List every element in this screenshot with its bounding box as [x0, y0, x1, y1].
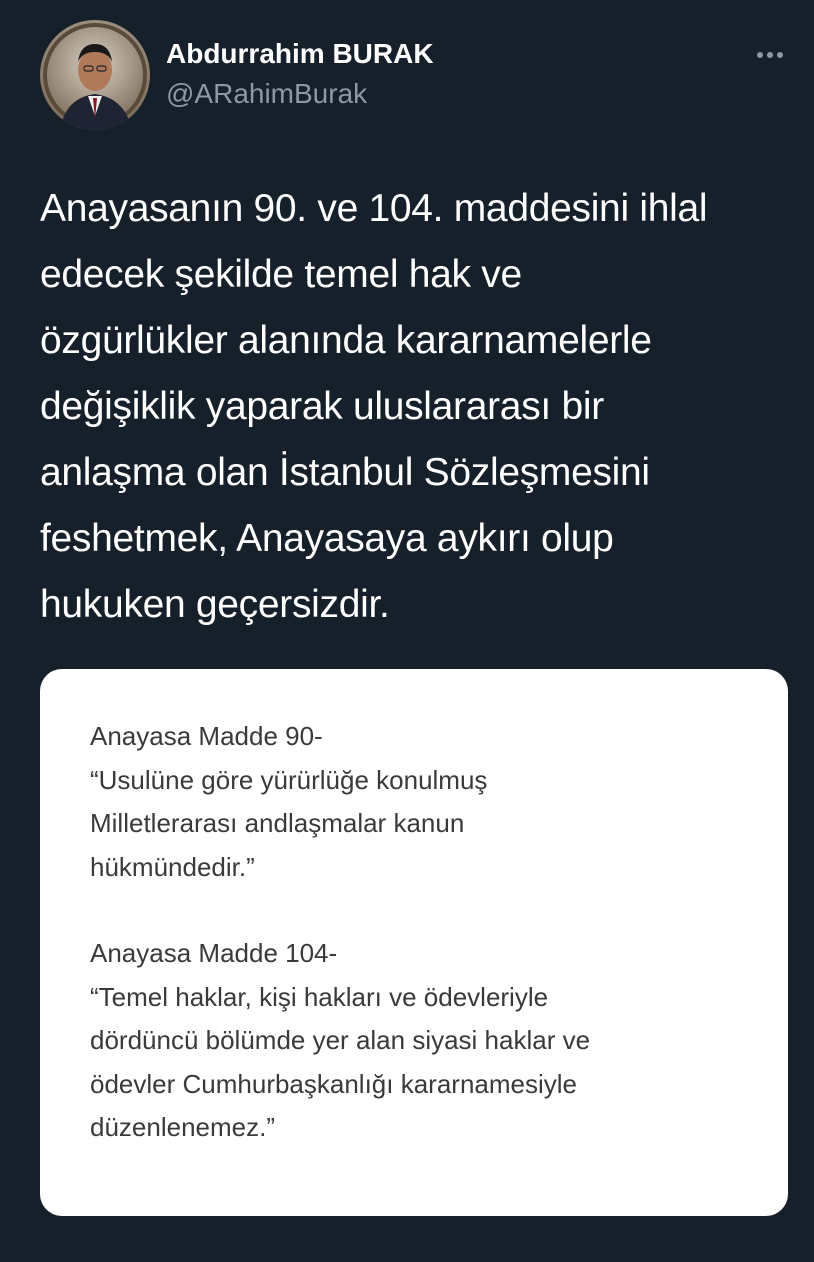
tweet-line: edecek şekilde temel hak ve — [40, 253, 522, 296]
article-quote-line: düzenlenemez.” — [90, 1112, 275, 1142]
tweet-line: özgürlükler alanında kararnamelerle — [40, 319, 652, 362]
article-quote-line: “Temel haklar, kişi hakları ve ödevleriy… — [90, 981, 549, 1012]
article-quote-line: “Usulüne göre yürürlüğe konulmuş — [90, 764, 488, 795]
author-name[interactable]: Abdurrahim BURAK — [166, 38, 434, 70]
avatar[interactable] — [40, 20, 150, 130]
tweet-line: anlaşma olan İstanbul Sözleşmesini — [40, 451, 650, 494]
tweet-line: Anayasanın 90. ve 104. maddesini ihlal — [40, 187, 708, 230]
more-horizontal-icon — [757, 52, 763, 58]
image-text: Anayasa Madde 90- “Usulüne göre yürürlüğ… — [90, 715, 770, 1150]
tweet-line: feshetmek, Anayasaya aykırı olup — [40, 517, 614, 560]
article-heading: Anayasa Madde 90- — [90, 721, 323, 751]
tweet-line: değişiklik yaparak uluslararası bir — [40, 385, 604, 428]
article-quote-line: Milletlerarası andlaşmalar kanun — [90, 808, 465, 838]
more-horizontal-icon — [777, 52, 783, 58]
more-horizontal-icon — [767, 52, 773, 58]
more-options-button[interactable] — [748, 40, 792, 70]
article-quote-line: hükmündedir.” — [90, 851, 255, 882]
article-heading: Anayasa Madde 104- — [90, 938, 338, 968]
tweet-line: hukuken geçersizdir. — [40, 583, 390, 626]
author-handle[interactable]: @ARahimBurak — [166, 78, 367, 110]
article-quote-line: ödevler Cumhurbaşkanlığı kararnamesiyle — [90, 1068, 578, 1099]
profile-photo-icon — [40, 20, 150, 130]
attached-image[interactable]: Anayasa Madde 90- “Usulüne göre yürürlüğ… — [40, 669, 788, 1216]
tweet-text: Anayasanın 90. ve 104. maddesini ihlal e… — [40, 176, 800, 638]
article-quote-line: dördüncü bölümde yer alan siyasi haklar … — [90, 1025, 591, 1055]
